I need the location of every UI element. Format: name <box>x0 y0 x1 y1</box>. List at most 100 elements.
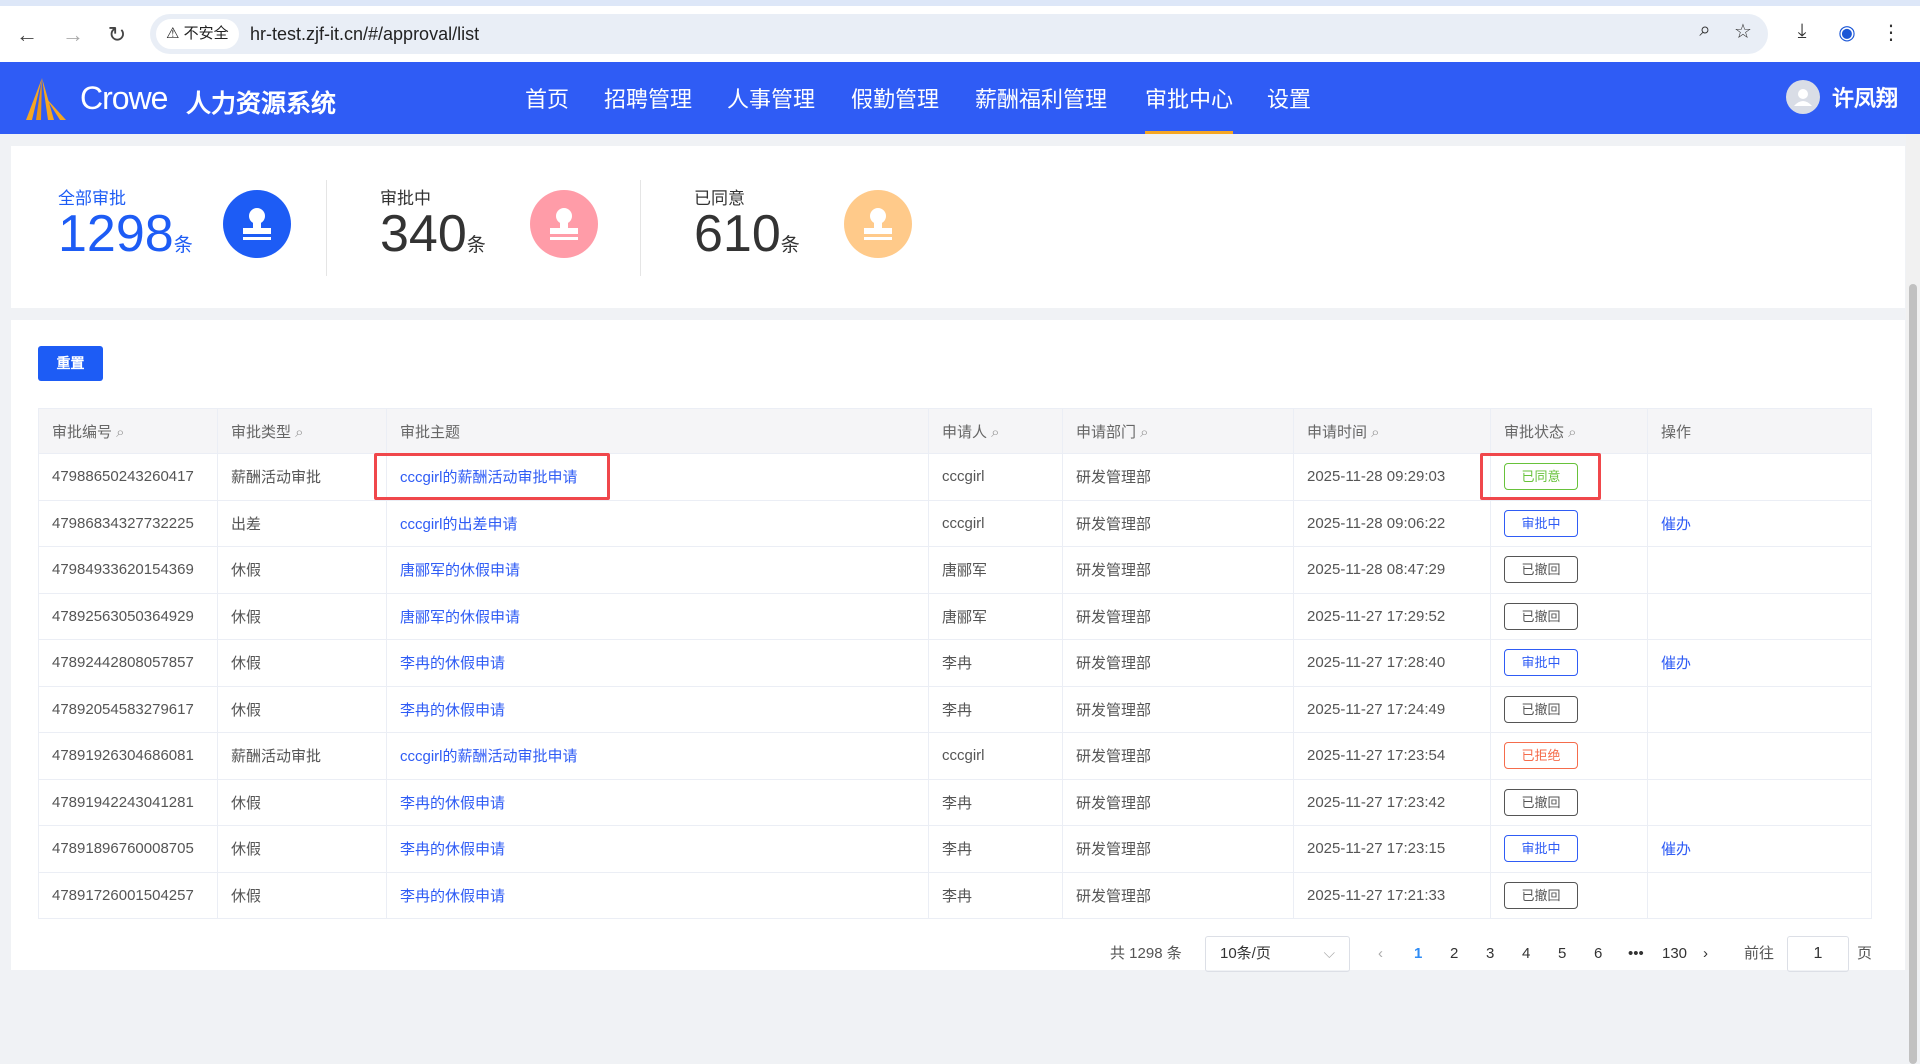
cell-text: 研发管理部 <box>1076 794 1152 812</box>
table-cell: 催办 <box>1647 639 1872 687</box>
menu-icon[interactable]: ⋮ <box>1876 20 1906 45</box>
scrollbar-thumb[interactable] <box>1909 284 1917 1064</box>
back-icon[interactable]: ← <box>12 20 42 50</box>
prev-page-icon[interactable]: ‹ <box>1378 936 1383 972</box>
cell-text: 李冉 <box>942 701 973 719</box>
table-cell: 2025-11-27 17:24:49 <box>1293 685 1491 733</box>
table-cell: 研发管理部 <box>1062 732 1294 780</box>
urge-button[interactable]: 催办 <box>1661 655 1691 672</box>
cell-text: 研发管理部 <box>1076 515 1152 533</box>
bookmark-star-icon[interactable]: ☆ <box>1728 19 1758 44</box>
column-header: 申请人 ⌕ <box>928 408 1063 454</box>
table-cell: 47891926304686081 <box>38 732 218 780</box>
status-badge: 已撤回 <box>1504 788 1578 816</box>
page-size-select[interactable]: 10条/页 ⌵ <box>1205 936 1350 972</box>
forward-icon[interactable]: → <box>58 20 88 50</box>
nav-payroll[interactable]: 薪酬福利管理 <box>975 82 1107 134</box>
highlight-box <box>1480 453 1601 500</box>
table-cell: 李冉 <box>928 825 1063 873</box>
column-search-icon[interactable]: ⌕ <box>987 424 999 441</box>
table-cell: 2025-11-27 17:21:33 <box>1293 871 1491 919</box>
cell-text: 薪酬活动审批 <box>231 748 322 766</box>
table-cell: 研发管理部 <box>1062 685 1294 733</box>
page-number[interactable]: 2 <box>1450 936 1458 972</box>
urge-button[interactable]: 催办 <box>1661 516 1691 533</box>
cell-text: 47986834327732225 <box>52 514 194 532</box>
table-cell: cccgirl的出差申请 <box>386 499 929 547</box>
cell-text: 2025-11-28 08:47:29 <box>1307 561 1446 579</box>
table-cell: 李冉的休假申请 <box>386 685 929 733</box>
approval-subject-link[interactable]: 唐郦军的休假申请 <box>400 609 520 626</box>
chevron-down-icon: ⌵ <box>1323 945 1335 962</box>
table-cell: 研发管理部 <box>1062 778 1294 826</box>
table-cell: 2025-11-27 17:29:52 <box>1293 592 1491 640</box>
page-number[interactable]: 1 <box>1414 936 1422 972</box>
column-header: 操作 <box>1647 408 1872 454</box>
security-chip[interactable]: ⚠ 不安全 <box>156 19 239 49</box>
nav-attendance[interactable]: 假勤管理 <box>851 82 939 134</box>
highlight-box <box>374 453 610 500</box>
stat-divider <box>326 180 327 276</box>
column-header-label: 申请人 <box>942 423 988 441</box>
table-cell: 研发管理部 <box>1062 871 1294 919</box>
cell-text: 2025-11-27 17:23:15 <box>1307 840 1446 858</box>
column-header-label: 审批类型 <box>231 423 292 441</box>
cell-text: 休假 <box>231 562 262 580</box>
url-text[interactable]: hr-test.zjf-it.cn/#/approval/list <box>250 14 479 54</box>
page-number[interactable]: 4 <box>1522 936 1530 972</box>
page-number[interactable]: 3 <box>1486 936 1494 972</box>
approval-subject-link[interactable]: 李冉的休假申请 <box>400 841 505 858</box>
cell-text: 47892563050364929 <box>52 607 194 625</box>
more-pages-icon[interactable]: ••• <box>1628 936 1644 972</box>
approval-subject-link[interactable]: cccgirl的薪酬活动审批申请 <box>400 748 578 765</box>
nav-home[interactable]: 首页 <box>525 82 569 134</box>
status-badge: 审批中 <box>1504 835 1578 863</box>
cell-text: 李冉 <box>942 655 973 673</box>
table-cell: 李冉 <box>928 778 1063 826</box>
nav-approval-center[interactable]: 审批中心 <box>1145 82 1234 134</box>
page-number[interactable]: 6 <box>1594 936 1602 972</box>
cell-text: 唐郦军 <box>942 562 988 580</box>
address-bar[interactable]: ⚠ 不安全 hr-test.zjf-it.cn/#/approval/list … <box>150 14 1768 54</box>
cell-text: 2025-11-27 17:23:42 <box>1307 793 1446 811</box>
nav-settings[interactable]: 设置 <box>1267 82 1311 134</box>
cell-text: 47892054583279617 <box>52 700 194 718</box>
profile-icon[interactable]: ◉ <box>1832 20 1862 45</box>
table-cell: 2025-11-27 17:23:15 <box>1293 825 1491 873</box>
approval-subject-link[interactable]: 李冉的休假申请 <box>400 888 505 905</box>
page-number[interactable]: 130 <box>1662 936 1687 972</box>
stat-value: 610条 <box>694 205 800 263</box>
approval-subject-link[interactable]: 唐郦军的休假申请 <box>400 562 520 579</box>
approval-subject-link[interactable]: 李冉的休假申请 <box>400 795 505 812</box>
table-cell: 已撤回 <box>1490 778 1648 826</box>
table-cell: 已拒绝 <box>1490 732 1648 780</box>
column-search-icon[interactable]: ⌕ <box>1564 424 1576 441</box>
approval-subject-link[interactable]: 李冉的休假申请 <box>400 655 505 672</box>
next-page-icon[interactable]: › <box>1703 936 1708 972</box>
nav-recruitment[interactable]: 招聘管理 <box>604 82 692 134</box>
table-cell <box>1647 871 1872 919</box>
cell-text: 2025-11-28 09:06:22 <box>1307 514 1446 532</box>
stat-value: 340条 <box>380 205 486 263</box>
download-icon[interactable]: ⤓ <box>1787 20 1817 43</box>
column-search-icon[interactable]: ⌕ <box>1367 424 1379 441</box>
column-search-icon[interactable]: ⌕ <box>291 424 303 441</box>
stat-value: 1298条 <box>58 205 193 263</box>
status-badge: 已拒绝 <box>1504 742 1578 770</box>
scrollbar[interactable] <box>1906 134 1920 1064</box>
column-search-icon[interactable]: ⌕ <box>1136 424 1148 441</box>
column-search-icon[interactable]: ⌕ <box>112 424 124 441</box>
zoom-icon[interactable]: ⌕ <box>1690 19 1720 42</box>
page-number[interactable]: 5 <box>1558 936 1566 972</box>
nav-personnel[interactable]: 人事管理 <box>727 82 815 134</box>
reload-icon[interactable]: ↻ <box>102 20 132 50</box>
goto-page-input[interactable]: 1 <box>1787 936 1849 972</box>
approval-subject-link[interactable]: 李冉的休假申请 <box>400 702 505 719</box>
approval-subject-link[interactable]: cccgirl的出差申请 <box>400 516 518 533</box>
reset-button[interactable]: 重置 <box>38 346 103 381</box>
user-menu[interactable]: 许凤翔 <box>1785 80 1898 114</box>
urge-button[interactable]: 催办 <box>1661 841 1691 858</box>
table-cell: cccgirl <box>928 732 1063 780</box>
goto-label: 前往 <box>1744 945 1775 962</box>
system-name: 人力资源系统 <box>186 90 337 118</box>
